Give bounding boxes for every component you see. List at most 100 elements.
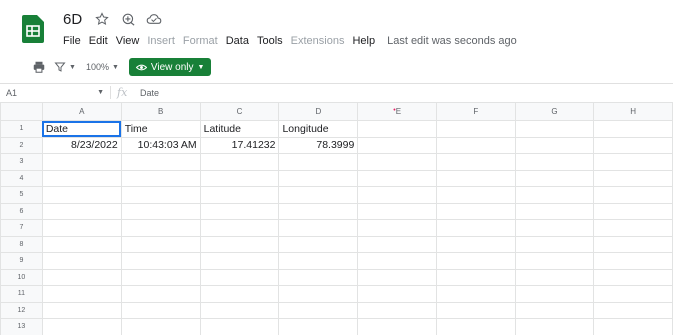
column-header-h[interactable]: H <box>593 102 673 121</box>
cell-g2[interactable] <box>514 136 595 154</box>
column-header-b[interactable]: B <box>120 102 201 121</box>
menu-format[interactable]: Format <box>183 35 218 47</box>
cell-c11[interactable] <box>199 285 280 303</box>
cell-f7[interactable] <box>435 219 516 237</box>
cell-h8[interactable] <box>593 235 673 253</box>
cell-d13[interactable] <box>278 318 359 335</box>
cell-b6[interactable] <box>120 202 201 220</box>
last-edit-status[interactable]: Last edit was seconds ago <box>387 35 517 47</box>
cell-a10[interactable] <box>41 268 122 286</box>
cell-d5[interactable] <box>278 186 359 204</box>
cell-g11[interactable] <box>514 285 595 303</box>
cell-a4[interactable] <box>41 169 122 187</box>
star-icon[interactable] <box>94 11 110 27</box>
cell-h6[interactable] <box>593 202 673 220</box>
column-header-a[interactable]: A <box>41 102 122 121</box>
cell-d2[interactable]: 78.3999 <box>278 136 359 154</box>
cell-g9[interactable] <box>514 252 595 270</box>
cell-d7[interactable] <box>278 219 359 237</box>
cell-c3[interactable] <box>199 153 280 171</box>
zoom-chevron-icon[interactable]: ▼ <box>112 64 119 71</box>
cell-g13[interactable] <box>514 318 595 335</box>
column-header-f[interactable]: F <box>435 102 516 121</box>
cell-c8[interactable] <box>199 235 280 253</box>
cell-a3[interactable] <box>41 153 122 171</box>
row-header[interactable]: 1 <box>0 120 43 138</box>
row-header[interactable]: 5 <box>0 186 43 204</box>
cell-c6[interactable] <box>199 202 280 220</box>
cell-c7[interactable] <box>199 219 280 237</box>
cell-f12[interactable] <box>435 301 516 319</box>
cell-a8[interactable] <box>41 235 122 253</box>
row-header[interactable]: 8 <box>0 235 43 253</box>
cell-e3[interactable] <box>357 153 437 171</box>
column-header-c[interactable]: C <box>199 102 280 121</box>
cell-d6[interactable] <box>278 202 359 220</box>
cell-a5[interactable] <box>41 186 122 204</box>
zoom-select[interactable]: 100% <box>86 62 109 72</box>
cell-f5[interactable] <box>435 186 516 204</box>
cell-b3[interactable] <box>120 153 201 171</box>
cell-f8[interactable] <box>435 235 516 253</box>
cell-b8[interactable] <box>120 235 201 253</box>
cell-d10[interactable] <box>278 268 359 286</box>
cell-g12[interactable] <box>514 301 595 319</box>
cell-b10[interactable] <box>120 268 201 286</box>
cell-e2[interactable] <box>357 136 437 154</box>
column-header-e[interactable]: •E <box>357 102 437 121</box>
cell-d3[interactable] <box>278 153 359 171</box>
row-header[interactable]: 11 <box>0 285 43 303</box>
cell-d11[interactable] <box>278 285 359 303</box>
cell-f9[interactable] <box>435 252 516 270</box>
cell-e5[interactable] <box>357 186 437 204</box>
cell-c12[interactable] <box>199 301 280 319</box>
cell-e10[interactable] <box>357 268 437 286</box>
cell-a9[interactable] <box>41 252 122 270</box>
cell-e9[interactable] <box>357 252 437 270</box>
cell-g10[interactable] <box>514 268 595 286</box>
cell-e8[interactable] <box>357 235 437 253</box>
cell-g5[interactable] <box>514 186 595 204</box>
cell-c4[interactable] <box>199 169 280 187</box>
cell-h13[interactable] <box>593 318 673 335</box>
menu-tools[interactable]: Tools <box>257 35 283 47</box>
menu-insert[interactable]: Insert <box>147 35 175 47</box>
cell-d1[interactable]: Longitude <box>278 120 359 138</box>
cell-b4[interactable] <box>120 169 201 187</box>
cell-b12[interactable] <box>120 301 201 319</box>
row-header[interactable]: 4 <box>0 169 43 187</box>
cell-c1[interactable]: Latitude <box>199 120 280 138</box>
sheets-logo-icon[interactable] <box>22 15 44 43</box>
cell-a13[interactable] <box>41 318 122 335</box>
cell-b2[interactable]: 10:43:03 AM <box>120 136 201 154</box>
cell-f6[interactable] <box>435 202 516 220</box>
column-header-d[interactable]: D <box>278 102 359 121</box>
cell-e6[interactable] <box>357 202 437 220</box>
cell-b1[interactable]: Time <box>120 120 201 138</box>
cell-c9[interactable] <box>199 252 280 270</box>
cell-b9[interactable] <box>120 252 201 270</box>
view-only-button[interactable]: View only ▼ <box>128 58 212 76</box>
cell-f3[interactable] <box>435 153 516 171</box>
cell-b13[interactable] <box>120 318 201 335</box>
cell-e11[interactable] <box>357 285 437 303</box>
cell-a6[interactable] <box>41 202 122 220</box>
cell-b5[interactable] <box>120 186 201 204</box>
filter-icon[interactable] <box>54 57 66 77</box>
cell-b11[interactable] <box>120 285 201 303</box>
menu-extensions[interactable]: Extensions <box>291 35 345 47</box>
cell-h9[interactable] <box>593 252 673 270</box>
menu-file[interactable]: File <box>63 35 81 47</box>
menu-data[interactable]: Data <box>226 35 249 47</box>
row-header[interactable]: 7 <box>0 219 43 237</box>
cell-a11[interactable] <box>41 285 122 303</box>
row-header[interactable]: 9 <box>0 252 43 270</box>
cell-f1[interactable] <box>435 120 516 138</box>
cell-f2[interactable] <box>435 136 516 154</box>
cell-g7[interactable] <box>514 219 595 237</box>
cell-a1[interactable]: Date <box>41 120 122 138</box>
cell-h2[interactable] <box>593 136 673 154</box>
select-all-corner[interactable] <box>0 102 43 121</box>
cell-g4[interactable] <box>514 169 595 187</box>
cell-h5[interactable] <box>593 186 673 204</box>
